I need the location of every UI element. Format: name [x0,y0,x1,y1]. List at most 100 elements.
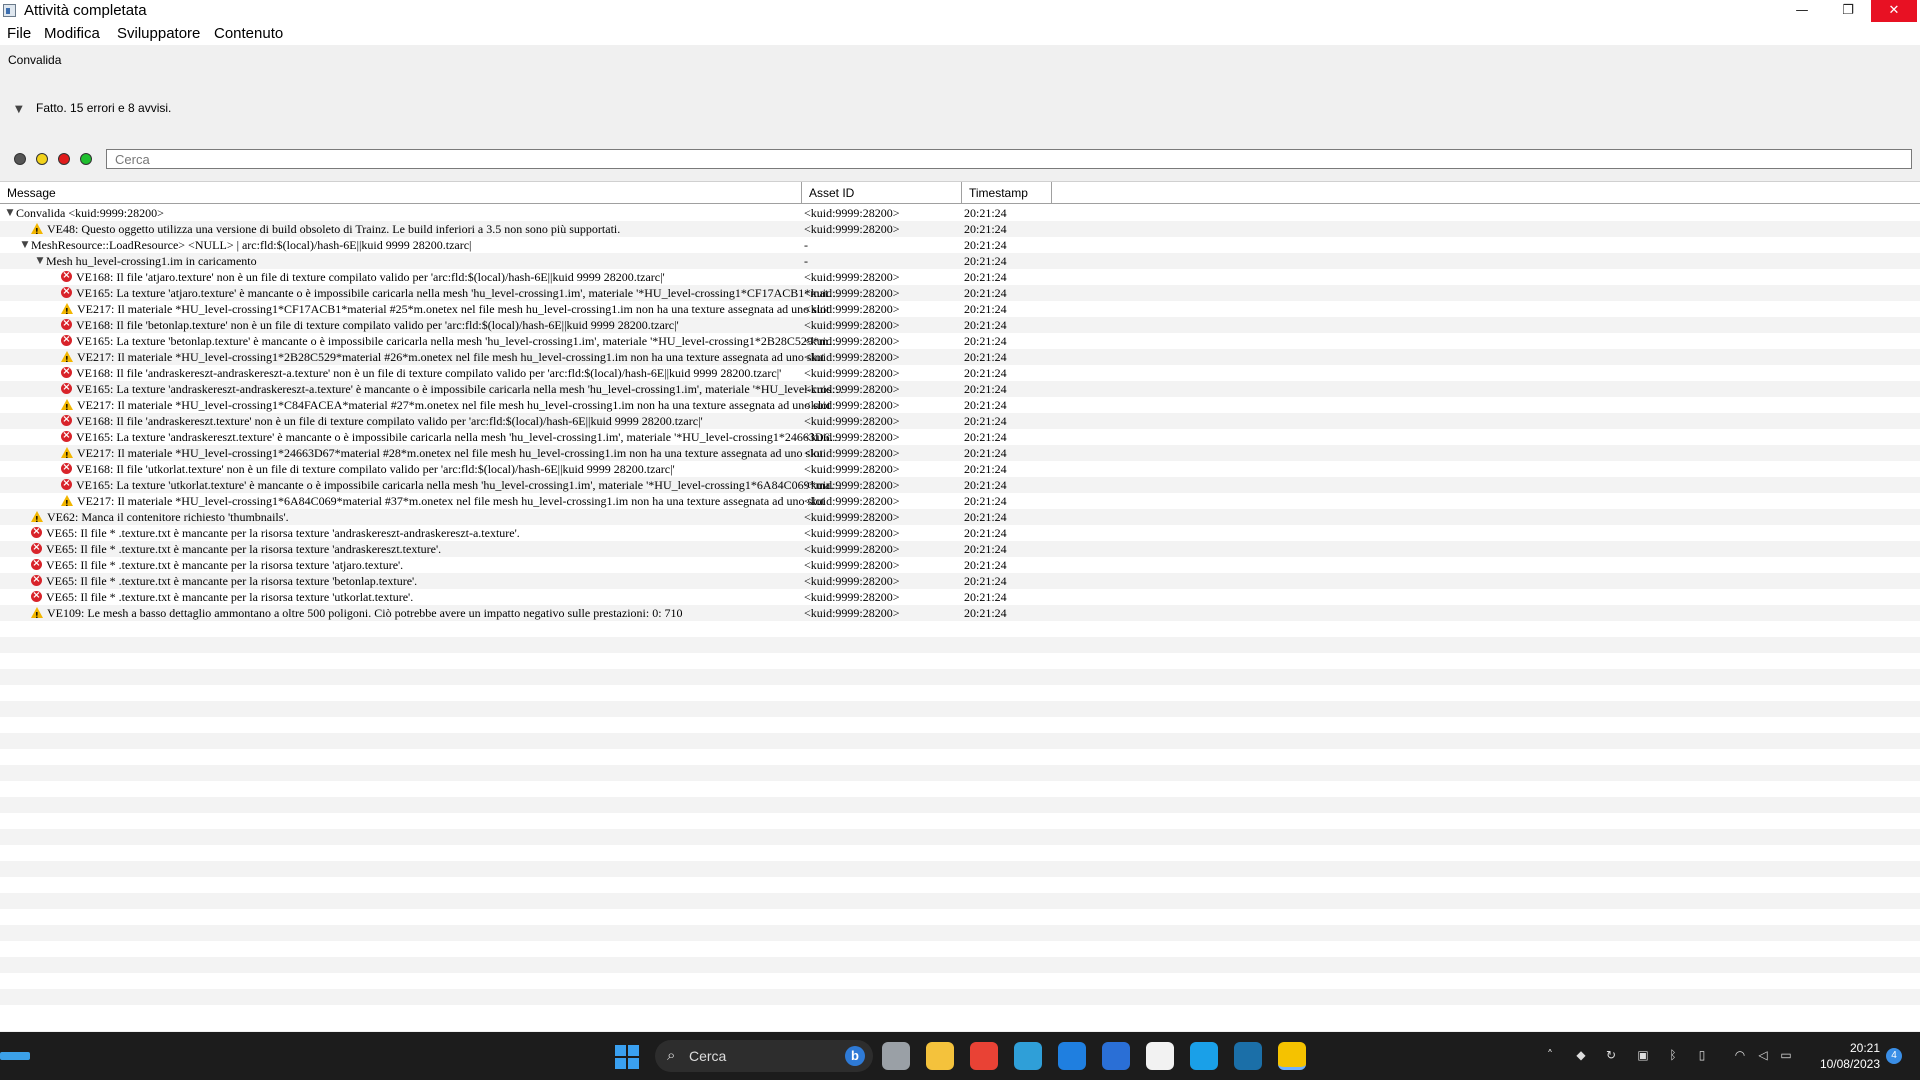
collapse-summary-icon[interactable]: ▼ [15,104,23,115]
table-row[interactable]: VE165: La texture 'atjaro.texture' è man… [0,285,1920,301]
menu-sviluppatore[interactable]: Sviluppatore [117,25,200,42]
window-title: Attività completata [24,2,147,19]
file-explorer-icon[interactable] [926,1042,954,1070]
table-row[interactable]: VE217: Il materiale *HU_level-crossing1*… [0,445,1920,461]
table-row[interactable]: VE217: Il materiale *HU_level-crossing1*… [0,301,1920,317]
timestamp-cell: 20:21:24 [964,574,1007,588]
asset-id-cell: <kuid:9999:28200> [804,302,900,316]
message-cell: VE168: Il file 'andraskereszt-andraskere… [0,365,844,381]
timestamp-cell: 20:21:24 [964,366,1007,380]
message-cell: VE65: Il file * .texture.txt è mancante … [0,589,814,605]
close-button[interactable]: ✕ [1871,0,1917,22]
table-row[interactable]: VE65: Il file * .texture.txt è mancante … [0,573,1920,589]
task-view-icon[interactable] [882,1042,910,1070]
expand-arrow-icon[interactable]: ▼ [19,237,31,253]
filter-errors-button[interactable] [58,153,70,165]
table-row[interactable]: ▼ Convalida <kuid:9999:28200> <kuid:9999:2… [0,205,1920,221]
table-row[interactable]: VE48: Questo oggetto utilizza una versio… [0,221,1920,237]
expand-arrow-icon[interactable]: ▼ [34,253,46,269]
start-button[interactable] [615,1045,639,1069]
taskbar-search[interactable]: ⌕ Cerca b [655,1040,873,1072]
message-text: VE217: Il materiale *HU_level-crossing1*… [77,398,831,412]
taskbar-clock[interactable]: 20:21 10/08/2023 [1800,1040,1880,1072]
table-row[interactable]: VE168: Il file 'atjaro.texture' non è un… [0,269,1920,285]
tray-usb-icon[interactable]: ▯ [1695,1048,1709,1062]
tray-teams-icon[interactable]: ▣ [1636,1048,1650,1062]
message-cell: VE217: Il materiale *HU_level-crossing1*… [0,445,844,461]
table-row[interactable]: VE109: Le mesh a basso dettaglio ammonta… [0,605,1920,621]
column-header-message[interactable]: Message [0,182,802,204]
message-cell: ▼ Mesh hu_level-crossing1.im in caricamen… [0,253,829,269]
filter-all-button[interactable] [14,153,26,165]
table-row[interactable]: VE65: Il file * .texture.txt è mancante … [0,525,1920,541]
bing-icon[interactable]: b [845,1046,865,1066]
message-text: VE217: Il materiale *HU_level-crossing1*… [77,350,825,364]
message-cell: VE168: Il file 'utkorlat.texture' non è … [0,461,844,477]
message-cell: VE217: Il materiale *HU_level-crossing1*… [0,349,844,365]
menu-modifica[interactable]: Modifica [44,25,100,42]
help-icon[interactable] [1058,1042,1086,1070]
notification-badge[interactable]: 4 [1886,1048,1902,1064]
tray-security-icon[interactable]: ◆ [1574,1048,1588,1062]
table-row[interactable]: VE217: Il materiale *HU_level-crossing1*… [0,349,1920,365]
empty-row [0,701,1920,717]
table-row[interactable]: VE165: La texture 'betonlap.texture' è m… [0,333,1920,349]
tray-bluetooth-icon[interactable]: ᛒ [1666,1048,1680,1062]
message-text: VE65: Il file * .texture.txt è mancante … [46,558,404,572]
table-row[interactable]: VE165: La texture 'utkorlat.texture' è m… [0,477,1920,493]
column-header-timestamp[interactable]: Timestamp [962,182,1052,204]
asset-id-cell: <kuid:9999:28200> [804,398,900,412]
tray-sync-icon[interactable]: ↻ [1604,1048,1618,1062]
search-input[interactable] [106,149,1912,169]
battery-icon[interactable]: ▭ [1779,1048,1793,1062]
chrome-icon[interactable] [970,1042,998,1070]
volume-icon[interactable]: ◁ [1756,1048,1770,1062]
asset-id-cell: <kuid:9999:28200> [804,350,900,364]
minimize-button[interactable]: — [1779,0,1825,22]
defender-icon[interactable] [1102,1042,1130,1070]
store-icon[interactable] [1146,1042,1174,1070]
table-row[interactable]: VE165: La texture 'andraskereszt-andrask… [0,381,1920,397]
table-row[interactable]: VE217: Il materiale *HU_level-crossing1*… [0,493,1920,509]
skype-icon[interactable] [1190,1042,1218,1070]
trainz-icon[interactable] [1278,1042,1306,1070]
message-cell: VE165: La texture 'andraskereszt-andrask… [0,381,844,397]
table-row[interactable]: VE65: Il file * .texture.txt è mancante … [0,557,1920,573]
message-cell: VE109: Le mesh a basso dettaglio ammonta… [0,605,814,621]
menu-file[interactable]: File [7,25,31,42]
expand-arrow-icon[interactable]: ▼ [4,205,16,221]
table-row[interactable]: VE65: Il file * .texture.txt è mancante … [0,541,1920,557]
column-header-asset-id[interactable]: Asset ID [802,182,962,204]
message-text: VE65: Il file * .texture.txt è mancante … [46,590,414,604]
table-row[interactable]: VE168: Il file 'andraskereszt-andraskere… [0,365,1920,381]
filter-warnings-button[interactable] [36,153,48,165]
asset-id-cell: <kuid:9999:28200> [804,286,900,300]
empty-row [0,1005,1920,1021]
table-row[interactable]: VE65: Il file * .texture.txt è mancante … [0,589,1920,605]
table-row[interactable]: VE62: Manca il contenitore richiesto 'th… [0,509,1920,525]
table-row[interactable]: VE165: La texture 'andraskereszt.texture… [0,429,1920,445]
filter-ok-button[interactable] [80,153,92,165]
steam-icon[interactable] [1234,1042,1262,1070]
table-row[interactable]: VE217: Il materiale *HU_level-crossing1*… [0,397,1920,413]
message-text: VE65: Il file * .texture.txt è mancante … [46,526,520,540]
message-cell: VE168: Il file 'andraskereszt.texture' n… [0,413,844,429]
table-row[interactable]: VE168: Il file 'utkorlat.texture' non è … [0,461,1920,477]
asset-id-cell: <kuid:9999:28200> [804,206,900,220]
asset-id-cell: <kuid:9999:28200> [804,542,900,556]
edge-icon[interactable] [1014,1042,1042,1070]
message-text: VE165: La texture 'andraskereszt.texture… [76,430,844,444]
widgets-icon[interactable] [0,1052,30,1060]
table-row[interactable]: VE168: Il file 'betonlap.texture' non è … [0,317,1920,333]
asset-id-cell: <kuid:9999:28200> [804,446,900,460]
message-text: VE165: La texture 'andraskereszt-andrask… [76,382,844,396]
menu-contenuto[interactable]: Contenuto [214,25,283,42]
message-text: VE65: Il file * .texture.txt è mancante … [46,542,442,556]
wifi-icon[interactable]: ◠ [1733,1048,1747,1062]
table-row[interactable]: ▼ Mesh hu_level-crossing1.im in caricamen… [0,253,1920,269]
table-row[interactable]: ▼ MeshResource::LoadResource> <NULL> | ar… [0,237,1920,253]
tray-overflow-icon[interactable]: ˄ [1543,1048,1557,1062]
restore-button[interactable]: ❐ [1825,0,1871,22]
table-row[interactable]: VE168: Il file 'andraskereszt.texture' n… [0,413,1920,429]
empty-row [0,749,1920,765]
